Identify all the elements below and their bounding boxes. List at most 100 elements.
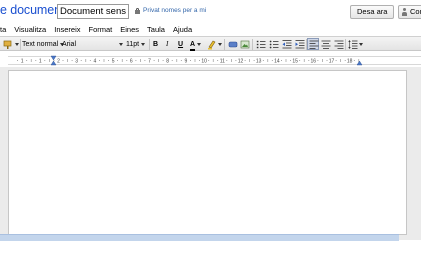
ruler-tick (99, 60, 100, 61)
ruler-label: 14 (274, 59, 280, 65)
ruler-tick (62, 60, 64, 61)
ruler-tick (153, 60, 155, 61)
font-value: Arial (62, 41, 77, 48)
align-right-icon[interactable] (334, 39, 344, 50)
bulleted-list-icon[interactable] (269, 39, 279, 50)
ruler-label: 16 (311, 59, 317, 65)
link-icon[interactable] (228, 39, 238, 50)
text-color-icon: A (190, 41, 196, 51)
menu-format[interactable]: Format (85, 25, 117, 34)
save-button[interactable]: Desa ara (350, 5, 394, 19)
ruler-tick (162, 60, 164, 61)
ruler-tick (117, 60, 118, 61)
italic-button[interactable]: I (166, 39, 168, 50)
header: e documents Privat nomes per a mi Desa a… (0, 0, 421, 22)
ruler-tick (217, 60, 219, 61)
insert-image-icon[interactable] (240, 39, 250, 50)
privacy-indicator[interactable]: Privat nomes per a mi (135, 7, 206, 14)
toolbar: Text normal Arial 11pt B I U A (0, 36, 421, 51)
highlight-dropdown[interactable] (216, 39, 222, 50)
horizontal-scrollbar[interactable] (0, 234, 399, 241)
privacy-label: Privat nomes per a mi (143, 7, 207, 14)
ruler-label: 1 (39, 59, 42, 65)
ruler-label: 1 (21, 59, 24, 65)
ruler-tick (108, 60, 109, 61)
ruler-tick (144, 60, 146, 61)
font-select[interactable]: Arial (62, 39, 124, 50)
ruler-tick (344, 60, 346, 61)
size-select[interactable]: 11pt (126, 39, 148, 50)
align-left-button[interactable] (307, 38, 319, 50)
bold-button[interactable]: B (153, 39, 158, 50)
decrease-indent-icon[interactable] (282, 39, 292, 50)
share-label: Com (410, 7, 421, 16)
style-select[interactable]: Text normal (22, 39, 65, 50)
ruler-tick (308, 60, 310, 61)
ruler-label: 13 (256, 59, 262, 65)
left-margin-marker (50, 60, 57, 66)
document-page[interactable] (8, 70, 407, 235)
paint-format-dropdown[interactable] (13, 39, 19, 50)
ruler-tick (171, 60, 173, 61)
ruler-tick (80, 60, 82, 61)
vertical-scrollbar[interactable] (411, 67, 421, 240)
ruler-tick (226, 60, 228, 61)
ruler-label: 11 (220, 59, 225, 65)
menu-insereix[interactable]: Insereix (50, 25, 84, 34)
ruler-label: 2 (57, 59, 60, 65)
menu-visualitza[interactable]: Visualitza (10, 25, 50, 34)
ruler-tick (235, 60, 237, 61)
ruler-label: 3 (75, 59, 78, 65)
ruler-label: 10 (201, 59, 207, 65)
share-button[interactable]: Com (398, 5, 421, 19)
ruler-label: 4 (94, 59, 97, 65)
menu-bar: ta Visualitza Insereix Format Eines Taul… (0, 22, 421, 36)
align-center-icon[interactable] (321, 39, 331, 50)
document-title-input[interactable] (57, 4, 129, 19)
ruler-tick (17, 60, 18, 61)
ruler-tick (271, 60, 273, 61)
ruler-tick (126, 60, 128, 61)
left-indent-marker (50, 55, 57, 61)
style-value: Text normal (22, 41, 59, 48)
ruler-tick (262, 60, 264, 61)
ruler-label: 9 (185, 59, 188, 65)
person-icon (401, 8, 408, 16)
ruler-tick (335, 60, 337, 61)
ruler-tick (317, 60, 319, 61)
ruler-tick (199, 60, 200, 61)
ruler-tick (326, 60, 328, 61)
ruler-tick (135, 60, 137, 61)
align-left-icon (309, 40, 319, 49)
ruler-tick (353, 60, 355, 61)
ruler-tick (244, 60, 246, 61)
ruler-label: 8 (166, 59, 169, 65)
ruler-label: 7 (148, 59, 151, 65)
text-color-button[interactable]: A (190, 39, 202, 51)
paint-format-icon[interactable] (3, 39, 13, 49)
numbered-list-icon[interactable] (256, 39, 266, 50)
docs-window: e documents Privat nomes per a mi Desa a… (0, 0, 421, 253)
ruler-label: 6 (130, 59, 133, 65)
underline-button[interactable]: U (178, 39, 183, 50)
size-value: 11pt (126, 41, 140, 48)
ruler-scale: 1 1 2 3 4 5 6 7 8 9 10 11 12 13 14 15 16 17 18 (8, 55, 421, 66)
ruler[interactable]: 1 1 2 3 4 5 6 7 8 9 10 11 12 13 14 15 16 17 18 (0, 54, 421, 67)
ruler-label: 17 (329, 59, 335, 65)
line-spacing-dropdown[interactable] (357, 39, 363, 50)
menu-eines[interactable]: Eines (116, 25, 143, 34)
ruler-tick (281, 60, 282, 61)
ruler-label: 15 (292, 59, 298, 65)
right-margin-marker (356, 60, 363, 66)
lock-icon (135, 7, 140, 14)
ruler-tick (35, 60, 37, 61)
ruler-tick (71, 60, 73, 61)
menu-edita[interactable]: ta (0, 25, 10, 34)
ruler-label: 18 (347, 59, 353, 65)
ruler-tick (290, 60, 291, 61)
ruler-label: 12 (238, 59, 244, 65)
menu-taula[interactable]: Taula (143, 25, 169, 34)
ruler-tick (190, 60, 191, 61)
increase-indent-icon[interactable] (295, 39, 305, 50)
menu-ajuda[interactable]: Ajuda (169, 25, 196, 34)
